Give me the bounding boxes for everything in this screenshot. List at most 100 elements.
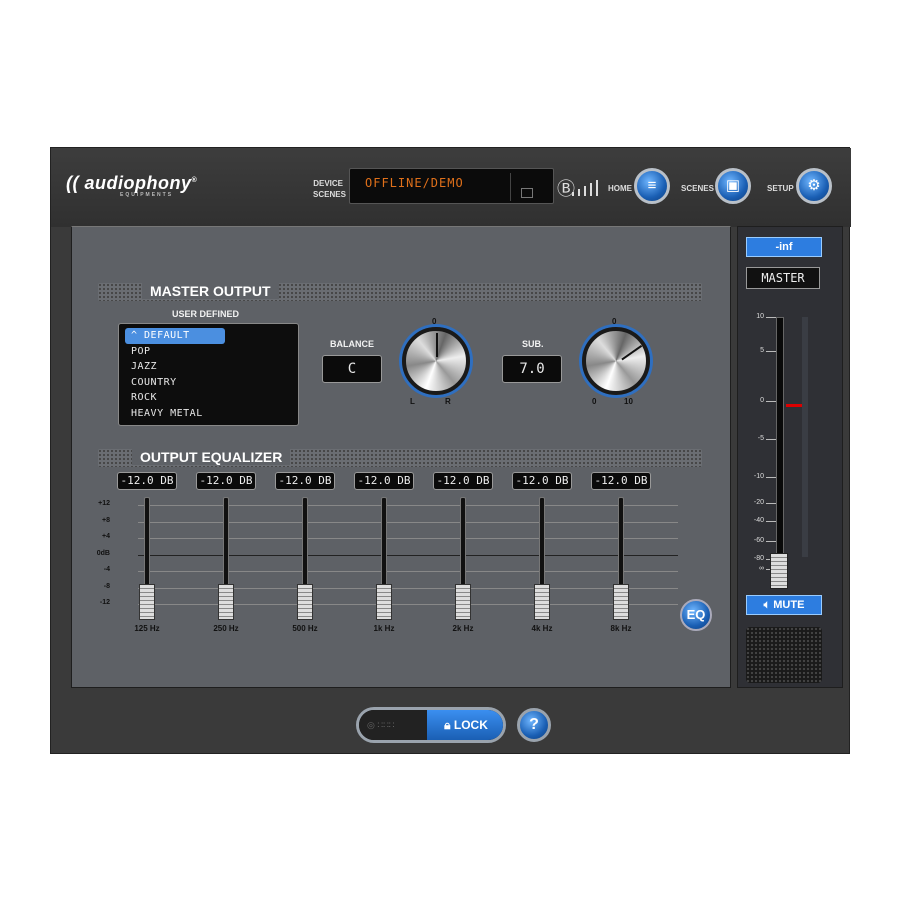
unity-marker xyxy=(786,404,802,407)
output-equalizer-title: OUTPUT EQUALIZER xyxy=(132,449,291,465)
speaker-icon: 🔈︎ xyxy=(763,599,771,611)
eq-slider-handle[interactable] xyxy=(139,584,155,620)
balance-knob[interactable] xyxy=(402,327,470,395)
eq-slider-handle[interactable] xyxy=(455,584,471,620)
user-defined-label: USER DEFINED xyxy=(172,309,240,319)
master-scale-label: -80 xyxy=(753,555,764,562)
preset-item-jazz[interactable]: JAZZ xyxy=(125,359,292,375)
lock-toggle-on-side: 🔒︎ LOCK xyxy=(427,710,503,740)
master-scale-label: 5 xyxy=(760,347,764,354)
brand-subtitle: EQUIPMENTS xyxy=(120,192,174,198)
save-icon: ▣ xyxy=(725,177,741,194)
eq-scale-label: -12 xyxy=(99,599,110,606)
sub-label: SUB. xyxy=(522,339,544,349)
balance-label: BALANCE xyxy=(330,339,374,349)
master-scale-label: ∞ xyxy=(759,565,764,572)
sub-max-label: 10 xyxy=(624,397,633,406)
logo-wave-icon: (( xyxy=(66,173,79,193)
eq-gain-display: -12.0 DB xyxy=(275,472,335,490)
master-scale-label: -5 xyxy=(757,435,764,442)
eq-gridline xyxy=(138,538,678,539)
speaker-grille xyxy=(746,627,822,683)
eq-slider-handle[interactable] xyxy=(297,584,313,620)
eq-frequency-label: 8k Hz xyxy=(610,624,632,633)
master-label: MASTER xyxy=(746,267,820,289)
master-level-readout: -inf xyxy=(746,237,822,257)
brand-name: audiophony xyxy=(84,173,192,193)
master-fader-track[interactable] xyxy=(776,317,784,589)
master-scale-label: 0 xyxy=(760,397,764,404)
gear-icon: ⚙ xyxy=(807,177,821,194)
device-display[interactable]: OFFLINE/DEMO xyxy=(349,168,554,204)
master-scale-label: -10 xyxy=(753,473,764,480)
eq-gain-display: -12.0 DB xyxy=(354,472,414,490)
eq-slider-handle[interactable] xyxy=(613,584,629,620)
preset-item-rock[interactable]: ROCK xyxy=(125,390,292,406)
brand-registered: ® xyxy=(191,177,198,184)
audiophony-logo: (( audiophony® EQUIPMENTS xyxy=(66,173,198,198)
eq-frequency-label: 500 Hz xyxy=(292,624,318,633)
help-button[interactable]: ? xyxy=(517,708,551,742)
eq-frequency-label: 250 Hz xyxy=(213,624,239,633)
eq-gridline xyxy=(138,521,678,523)
eq-scale-label: -4 xyxy=(103,566,110,573)
setup-button[interactable]: ⚙ xyxy=(796,168,832,204)
nav-setup-label: SETUP xyxy=(767,184,794,193)
eq-gain-display: -12.0 DB xyxy=(591,472,651,490)
eq-gain-display: -12.0 DB xyxy=(512,472,572,490)
eq-slider-handle[interactable] xyxy=(218,584,234,620)
eq-gain-display: -12.0 DB xyxy=(196,472,256,490)
device-scenes-label: DEVICE SCENES xyxy=(313,178,346,200)
eq-gain-display: -12.0 DB xyxy=(117,472,177,490)
eq-scale-label: +4 xyxy=(102,533,110,540)
signal-strength-icon xyxy=(572,180,602,196)
mixer-app-window: (( audiophony® EQUIPMENTS DEVICE SCENES … xyxy=(50,147,851,755)
sub-min-label: 0 xyxy=(592,397,597,406)
padlock-icon: 🔒︎ xyxy=(444,718,451,732)
master-fader-handle[interactable] xyxy=(770,553,788,589)
eq-frequency-label: 125 Hz xyxy=(134,624,160,633)
home-button[interactable]: ≡ xyxy=(634,168,670,204)
lock-toggle[interactable]: ◎ ∷∷∷ 🔒︎ LOCK xyxy=(356,707,506,743)
balance-top-tick: 0 xyxy=(432,317,437,326)
sliders-icon: ≡ xyxy=(647,177,657,194)
preset-list[interactable]: ^ DEFAULT POP JAZZ COUNTRY ROCK HEAVY ME… xyxy=(118,323,299,426)
device-label: DEVICE xyxy=(313,179,343,188)
eq-scale-label: +8 xyxy=(102,516,110,524)
balance-value-display: C xyxy=(322,355,382,383)
balance-max-label: R xyxy=(445,397,451,406)
balance-knob-pointer xyxy=(436,333,438,357)
eq-button[interactable]: EQ xyxy=(680,599,712,631)
nav-home-label: HOME xyxy=(608,184,632,193)
balance-min-label: L xyxy=(410,397,415,406)
master-fader-panel: -inf MASTER 10 5 0 -5 -10 -20 -40 -60 -80 ∞ 🔈︎ MU… xyxy=(737,226,843,688)
master-scale-label: -40 xyxy=(753,517,764,524)
main-panel: MASTER OUTPUT USER DEFINED ^ DEFAULT POP… xyxy=(71,226,731,688)
mute-button[interactable]: 🔈︎ MUTE xyxy=(746,595,822,615)
eq-scale-label: -8 xyxy=(103,582,110,590)
display-text: OFFLINE/DEMO xyxy=(365,176,464,190)
scenes-label: SCENES xyxy=(313,190,346,199)
bottom-bar: ◎ ∷∷∷ 🔒︎ LOCK ? xyxy=(51,693,851,755)
scenes-button[interactable]: ▣ xyxy=(715,168,751,204)
usb-icon xyxy=(510,173,540,201)
master-scale-label: -20 xyxy=(753,499,764,506)
lock-label: LOCK xyxy=(453,718,488,732)
preset-item-pop[interactable]: POP xyxy=(125,344,292,360)
eq-scale-label: +12 xyxy=(98,500,110,507)
sub-knob[interactable] xyxy=(582,327,650,395)
eq-gridline xyxy=(138,571,678,572)
preset-item-country[interactable]: COUNTRY xyxy=(125,375,292,391)
preset-item-heavy-metal[interactable]: HEAVY METAL xyxy=(125,406,292,422)
eq-scale-label: 0dB xyxy=(96,549,110,557)
eq-frequency-label: 2k Hz xyxy=(452,624,474,633)
eq-slider-handle[interactable] xyxy=(376,584,392,620)
eq-gridline xyxy=(138,554,678,556)
preset-item-default[interactable]: ^ DEFAULT xyxy=(125,328,225,344)
master-output-title: MASTER OUTPUT xyxy=(142,283,279,299)
master-level-meter xyxy=(802,317,808,557)
nav-scenes-label: SCENES xyxy=(681,184,714,193)
eq-frequency-label: 1k Hz xyxy=(373,624,395,633)
eq-slider-handle[interactable] xyxy=(534,584,550,620)
eq-gain-display: -12.0 DB xyxy=(433,472,493,490)
